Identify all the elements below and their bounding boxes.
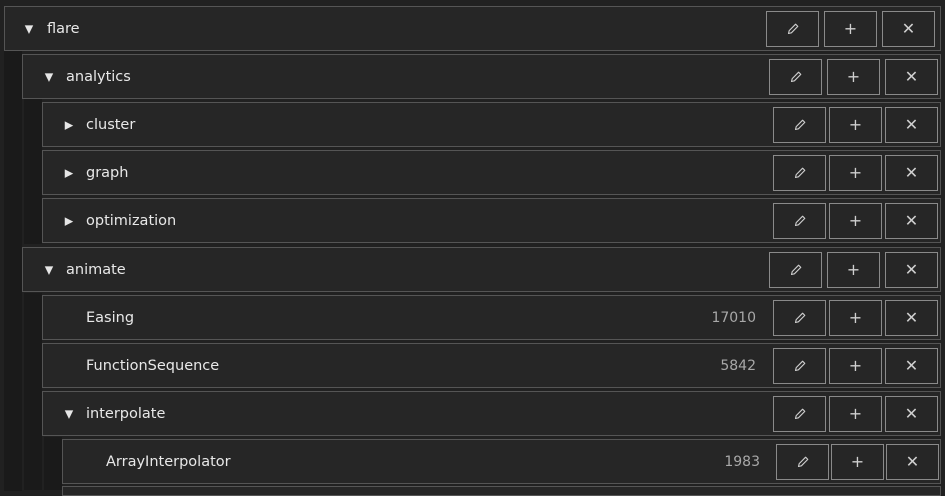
plus-icon: + [848,115,863,134]
add-button[interactable]: + [824,11,877,47]
pencil-icon [789,263,803,277]
tree-node-flare[interactable]: ▼ flare + ✕ [4,6,941,51]
pencil-icon [793,166,807,180]
node-label: animate [66,261,126,278]
expand-toggle[interactable]: ▶ [63,119,75,130]
delete-button[interactable]: ✕ [885,300,938,336]
collapse-toggle[interactable]: ▼ [23,23,35,34]
tree-leaf-easing[interactable]: Easing 17010 + ✕ [42,295,941,340]
pencil-icon [793,118,807,132]
pencil-icon [786,22,800,36]
add-button[interactable]: + [831,444,884,480]
node-label: optimization [86,212,177,229]
node-label: flare [47,20,80,37]
node-label: graph [86,164,129,181]
close-icon: ✕ [904,115,919,134]
edit-button[interactable] [773,203,826,239]
node-label: FunctionSequence [86,357,220,374]
close-icon: ✕ [904,356,919,375]
plus-icon: + [848,356,863,375]
add-button[interactable]: + [829,155,882,191]
plus-icon: + [848,308,863,327]
edit-button[interactable] [773,107,826,143]
add-button[interactable]: + [829,348,882,384]
tree-leaf-functionsequence[interactable]: FunctionSequence 5842 + ✕ [42,343,941,388]
plus-icon: + [850,452,865,471]
add-button[interactable]: + [829,300,882,336]
plus-icon: + [846,67,861,86]
node-value: 17010 [711,309,756,326]
close-icon: ✕ [905,452,920,471]
edit-button[interactable] [776,444,829,480]
delete-button[interactable]: ✕ [882,11,935,47]
add-button[interactable]: + [827,59,880,95]
node-value: 5842 [720,357,756,374]
tree-node-interpolate[interactable]: ▼ interpolate + ✕ [42,391,941,436]
node-label: analytics [66,68,131,85]
add-button[interactable]: + [829,396,882,432]
delete-button[interactable]: ✕ [885,348,938,384]
edit-button[interactable] [773,155,826,191]
indent-guide [24,293,42,490]
expand-toggle[interactable]: ▶ [63,167,75,178]
delete-button[interactable]: ✕ [885,396,938,432]
delete-button[interactable]: ✕ [885,107,938,143]
tree-leaf-arrayinterpolator[interactable]: ArrayInterpolator 1983 + ✕ [62,439,941,484]
plus-icon: + [848,211,863,230]
tree-node-animate[interactable]: ▼ animate + ✕ [22,247,941,292]
collapse-toggle[interactable]: ▼ [63,408,75,419]
pencil-icon [793,407,807,421]
edit-button[interactable] [769,252,822,288]
plus-icon: + [848,404,863,423]
pencil-icon [793,214,807,228]
close-icon: ✕ [901,19,916,38]
edit-button[interactable] [773,300,826,336]
tree-node-optimization[interactable]: ▶ optimization + ✕ [42,198,941,243]
node-value: 1983 [724,453,760,470]
pencil-icon [789,70,803,84]
add-button[interactable]: + [827,252,880,288]
collapse-toggle[interactable]: ▼ [43,264,55,275]
plus-icon: + [846,260,861,279]
close-icon: ✕ [904,163,919,182]
node-label: interpolate [86,405,166,422]
add-button[interactable]: + [829,203,882,239]
tree-leaf-next[interactable] [62,486,941,496]
edit-button[interactable] [773,348,826,384]
collapse-toggle[interactable]: ▼ [43,71,55,82]
tree-node-analytics[interactable]: ▼ analytics + ✕ [22,54,941,99]
pencil-icon [793,359,807,373]
delete-button[interactable]: ✕ [885,59,938,95]
close-icon: ✕ [904,308,919,327]
close-icon: ✕ [904,260,919,279]
plus-icon: + [843,19,858,38]
tree-node-graph[interactable]: ▶ graph + ✕ [42,150,941,195]
close-icon: ✕ [904,404,919,423]
delete-button[interactable]: ✕ [885,155,938,191]
close-icon: ✕ [904,67,919,86]
plus-icon: + [848,163,863,182]
delete-button[interactable]: ✕ [886,444,939,480]
edit-button[interactable] [769,59,822,95]
pencil-icon [793,311,807,325]
indent-guide [24,99,42,244]
tree-node-cluster[interactable]: ▶ cluster + ✕ [42,102,941,147]
indent-guide [44,437,62,490]
expand-toggle[interactable]: ▶ [63,215,75,226]
node-label: ArrayInterpolator [106,453,231,470]
delete-button[interactable]: ✕ [885,252,938,288]
delete-button[interactable]: ✕ [885,203,938,239]
edit-button[interactable] [773,396,826,432]
edit-button[interactable] [766,11,819,47]
pencil-icon [796,455,810,469]
node-label: Easing [86,309,135,326]
node-label: cluster [86,116,136,133]
add-button[interactable]: + [829,107,882,143]
indent-guide [4,51,22,491]
close-icon: ✕ [904,211,919,230]
